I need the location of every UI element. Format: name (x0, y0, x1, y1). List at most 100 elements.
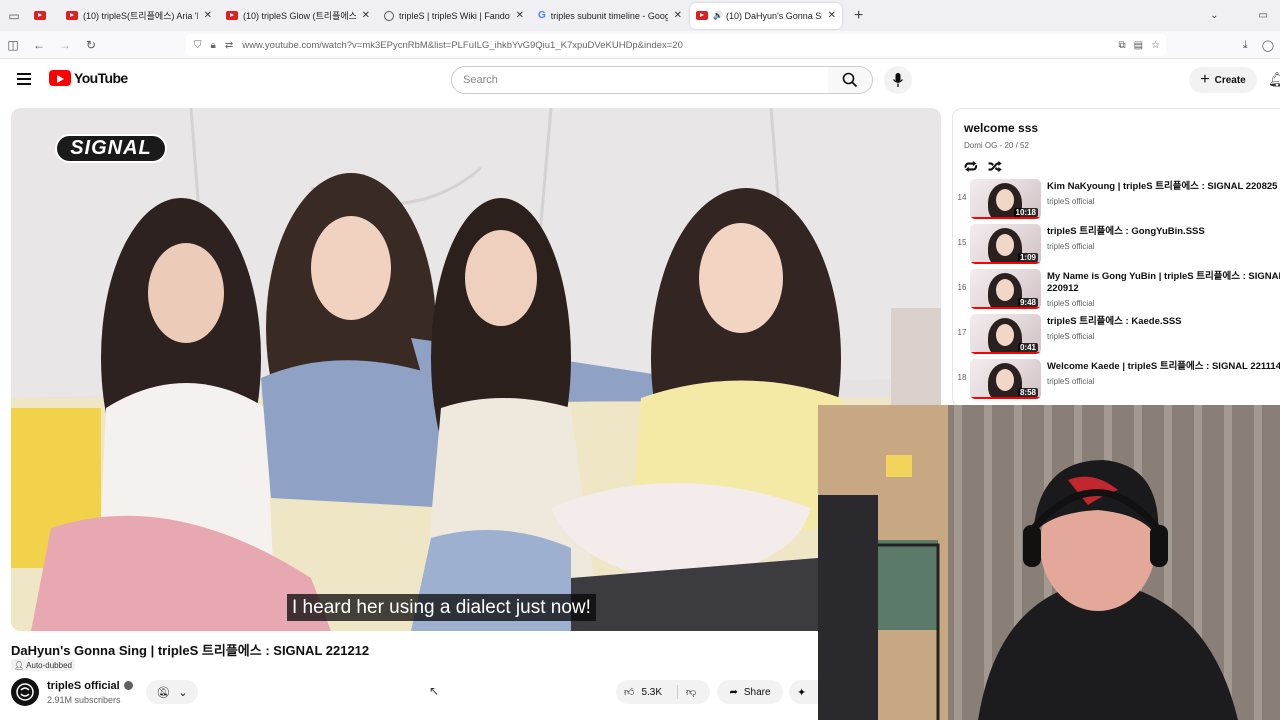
watched-progress-bar (970, 262, 1041, 264)
webcam-overlay (818, 405, 1280, 720)
tab-overview-icon[interactable]: ▭ (0, 0, 28, 31)
like-button[interactable]: 👍︎ 5.3K (616, 685, 678, 699)
item-title[interactable]: My Name is Gong YuBin | tripleS 트리플에스 : … (1047, 271, 1280, 295)
item-channel: tripleS official (1047, 332, 1095, 341)
browser-tab-bar: ▭ (10) tripleS(트리플에스) Aria 'D ✕ (10) tri… (0, 0, 1280, 31)
item-title[interactable]: tripleS 트리플에스 : Kaede.SSS (1047, 316, 1280, 328)
playlist-title[interactable]: welcome sss (964, 121, 1038, 135)
speaker-icon[interactable]: 🔊 (713, 11, 723, 20)
item-title[interactable]: Welcome Kaede | tripleS 트리플에스 : SIGNAL 2… (1047, 361, 1280, 373)
sidebar-toggle-icon[interactable]: ◫ (0, 38, 26, 52)
item-index: 18 (957, 373, 967, 382)
search-button[interactable] (828, 66, 873, 94)
subscription-bell-button[interactable]: 🔕︎ ⌄ (146, 680, 198, 704)
webcam-frame (818, 405, 1280, 720)
permissions-icon[interactable]: ⇄ (225, 40, 233, 51)
downloads-icon[interactable]: ⤓ (1243, 39, 1248, 52)
thumbs-up-icon: 👍︎ (624, 687, 635, 698)
loop-icon[interactable]: 🔁︎ (964, 156, 978, 177)
browser-tab-5[interactable]: 🔊 (10) DaHyun's Gonna Sing | tr ✕ (690, 2, 842, 29)
shuffle-icon[interactable]: 🔀︎ (988, 156, 1002, 177)
browser-tab-3[interactable]: tripleS | tripleS Wiki | Fandom ✕ (378, 3, 530, 29)
video-thumbnail[interactable]: 1:09 (970, 224, 1041, 264)
channel-logo-icon (16, 683, 34, 701)
search-icon (842, 72, 858, 88)
watched-progress-bar (970, 352, 1041, 354)
browser-tab-4[interactable]: G triples subunit timeline - Google ✕ (532, 3, 688, 29)
plus-icon: + (1200, 71, 1210, 88)
item-index: 15 (957, 238, 967, 247)
notifications-bell-icon[interactable]: 🔔︎ (1268, 71, 1280, 88)
item-channel: tripleS official (1047, 377, 1095, 386)
watched-progress-bar (970, 307, 1041, 309)
like-count: 5.3K (641, 686, 663, 698)
reload-button[interactable]: ↻ (78, 38, 104, 52)
youtube-logo[interactable]: YouTube (49, 70, 128, 86)
item-title[interactable]: tripleS 트리플에스 : GongYuBin.SSS (1047, 226, 1280, 238)
item-channel: tripleS official (1047, 299, 1095, 308)
channel-name[interactable]: tripleS official (47, 680, 133, 692)
search-input[interactable]: Search (451, 66, 829, 94)
chevron-down-icon[interactable]: ⌄ (1210, 10, 1218, 21)
youtube-icon (696, 11, 708, 20)
playlist-item[interactable]: 16 9:48 My Name is Gong YuBin | tripleS … (953, 268, 1280, 313)
close-icon[interactable]: ✕ (674, 10, 682, 21)
tab-label: tripleS | tripleS Wiki | Fandom (399, 10, 510, 21)
window-restore-icon[interactable]: ▭ (1259, 10, 1268, 21)
dislike-button[interactable]: 👎︎ (678, 686, 696, 698)
microphone-icon (892, 73, 904, 87)
new-tab-button[interactable]: + (854, 7, 863, 25)
dubbing-icon: 👤︎ (14, 660, 25, 670)
channel-avatar[interactable] (11, 678, 39, 706)
browser-tab-2[interactable]: (10) tripleS Glow (트리플에스) 'I ✕ (220, 3, 376, 29)
browser-nav-bar: ◫ ← → ↻ ⛉ 🔒︎ ⇄ www.youtube.com/watch?v=m… (0, 31, 1280, 59)
share-arrow-icon: ➦ (729, 686, 738, 698)
duration-badge: 1:09 (1017, 253, 1038, 262)
voice-search-button[interactable] (884, 66, 912, 94)
address-bar[interactable]: ⛉ 🔒︎ ⇄ www.youtube.com/watch?v=mk3EPycnR… (186, 34, 1166, 56)
bell-off-icon: 🔕︎ (156, 686, 171, 699)
close-icon[interactable]: ✕ (362, 10, 370, 21)
item-channel: tripleS official (1047, 197, 1095, 206)
item-index: 17 (957, 328, 967, 337)
share-button[interactable]: ➦ Share (717, 680, 783, 704)
translate-icon[interactable]: ⧉ (1118, 40, 1125, 51)
bookmark-star-icon[interactable]: ☆ (1151, 40, 1160, 51)
browser-tab-1[interactable]: (10) tripleS(트리플에스) Aria 'D ✕ (60, 3, 218, 29)
account-icon[interactable]: ◯ (1262, 39, 1274, 52)
video-thumbnail[interactable]: 9:48 (970, 269, 1041, 309)
close-icon[interactable]: ✕ (828, 10, 836, 21)
close-icon[interactable]: ✕ (204, 10, 212, 21)
menu-icon[interactable] (17, 73, 31, 85)
forward-button[interactable]: → (52, 38, 78, 52)
reader-view-icon[interactable]: ▤ (1134, 40, 1143, 51)
tab-label: triples subunit timeline - Google (550, 10, 668, 21)
tab-label: (10) DaHyun's Gonna Sing | tr (725, 10, 822, 21)
video-thumbnail[interactable]: 0:41 (970, 314, 1041, 354)
item-title[interactable]: Kim NaKyoung | tripleS 트리플에스 : SIGNAL 22… (1047, 181, 1280, 193)
back-button[interactable]: ← (26, 38, 52, 52)
video-thumbnail[interactable]: 10:18 (970, 179, 1041, 219)
lock-icon[interactable]: 🔒︎ (211, 40, 216, 51)
verified-icon (123, 681, 133, 690)
close-icon[interactable]: ✕ (516, 10, 524, 21)
playlist-item[interactable]: 14 10:18 Kim NaKyoung | tripleS 트리플에스 : … (953, 178, 1280, 223)
signal-show-logo: SIGNAL (55, 134, 167, 163)
youtube-play-icon (49, 70, 71, 86)
create-button[interactable]: + Create (1189, 67, 1257, 93)
video-thumbnail[interactable]: 8:58 (970, 359, 1041, 399)
duration-badge: 0:41 (1017, 343, 1038, 352)
playlist-item[interactable]: 15 1:09 tripleS 트리플에스 : GongYuBin.SSS tr… (953, 223, 1280, 268)
google-icon: G (538, 10, 546, 21)
duration-badge: 10:18 (1013, 208, 1038, 217)
duration-badge: 9:48 (1017, 298, 1038, 307)
shield-icon[interactable]: ⛉ (194, 40, 202, 51)
video-player[interactable]: SIGNAL I heard her using a dialect just … (11, 108, 941, 631)
video-title: DaHyun's Gonna Sing | tripleS 트리플에스 : SI… (11, 643, 370, 658)
playlist-panel: welcome sss Domi OG - 20 / 52 🔁︎ 🔀︎ 14 1… (952, 108, 1280, 408)
browser-tab-0[interactable] (28, 3, 58, 29)
sparkle-icon: ✦ (797, 686, 807, 699)
playlist-item[interactable]: 17 0:41 tripleS 트리플에스 : Kaede.SSS triple… (953, 313, 1280, 358)
playlist-item[interactable]: 18 8:58 Welcome Kaede | tripleS 트리플에스 : … (953, 358, 1280, 403)
share-label: Share (743, 686, 771, 698)
